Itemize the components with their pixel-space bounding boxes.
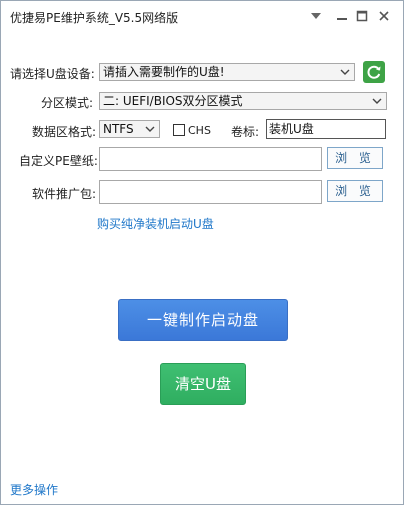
format-label: 数据区格式: (32, 125, 97, 139)
main-window: 优捷易PE维护系统_V5.5网络版 请选择U盘设备: 请插入需要制作的U盘! 分… (0, 0, 404, 505)
more-actions-link[interactable]: 更多操作 (10, 481, 58, 498)
software-input[interactable] (99, 180, 322, 204)
wallpaper-label: 自定义PE壁纸: (19, 154, 98, 168)
refresh-button[interactable] (363, 61, 385, 83)
device-select-value: 请插入需要制作的U盘! (103, 65, 225, 79)
wallpaper-browse-button[interactable]: 浏 览 (327, 147, 383, 169)
chevron-down-icon (372, 98, 382, 104)
partition-label: 分区模式: (41, 96, 94, 110)
wallpaper-input[interactable] (99, 147, 322, 171)
maximize-icon[interactable] (353, 7, 371, 25)
volume-input[interactable]: 装机U盘 (266, 119, 386, 139)
title-bar: 优捷易PE维护系统_V5.5网络版 (1, 1, 403, 31)
software-browse-button[interactable]: 浏 览 (327, 180, 383, 202)
chs-label: CHS (188, 124, 211, 137)
volume-label: 卷标: (231, 125, 260, 139)
window-title: 优捷易PE维护系统_V5.5网络版 (10, 11, 179, 25)
chevron-down-icon (340, 69, 350, 75)
format-select[interactable]: NTFS (99, 120, 160, 138)
chevron-down-icon[interactable] (307, 7, 325, 25)
device-select[interactable]: 请插入需要制作的U盘! (99, 63, 355, 81)
software-label: 软件推广包: (32, 187, 97, 201)
close-icon[interactable] (375, 7, 393, 25)
clear-usb-button[interactable]: 清空U盘 (160, 363, 246, 405)
device-label: 请选择U盘设备: (10, 67, 95, 81)
chevron-down-icon (145, 126, 155, 132)
partition-select[interactable]: 二: UEFI/BIOS双分区模式 (99, 92, 387, 110)
make-boot-disk-button[interactable]: 一键制作启动盘 (118, 299, 288, 341)
minimize-icon[interactable] (333, 7, 351, 25)
chs-checkbox[interactable] (173, 124, 185, 136)
refresh-icon (367, 65, 381, 79)
partition-select-value: 二: UEFI/BIOS双分区模式 (103, 94, 243, 108)
volume-input-value: 装机U盘 (269, 122, 314, 136)
buy-usb-link[interactable]: 购买纯净装机启动U盘 (97, 215, 214, 232)
format-select-value: NTFS (103, 122, 134, 136)
